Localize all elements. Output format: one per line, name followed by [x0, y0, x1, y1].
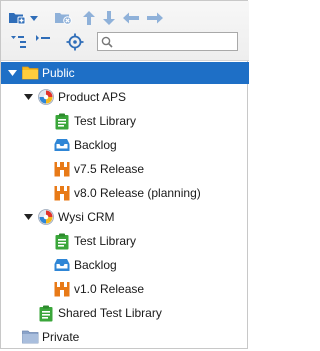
- move-up-icon[interactable]: [79, 8, 99, 28]
- tree-node-label: v1.0 Release: [74, 282, 145, 296]
- release-icon: [53, 160, 71, 178]
- tree-node-label: Public: [42, 66, 75, 80]
- expand-arrow-icon[interactable]: [23, 92, 33, 102]
- folder-icon: [21, 328, 39, 346]
- tree-node-label: Shared Test Library: [58, 306, 162, 320]
- backlog-icon: [53, 136, 71, 154]
- folder-icon: [21, 64, 39, 82]
- expand-all-icon[interactable]: [9, 32, 29, 52]
- tree-node-release[interactable]: v1.0 Release: [1, 278, 249, 300]
- search-field[interactable]: [97, 32, 238, 51]
- expand-arrow-icon[interactable]: [7, 68, 17, 78]
- search-icon: [98, 33, 116, 50]
- move-right-icon[interactable]: [145, 8, 165, 28]
- new-folder-icon[interactable]: [7, 8, 27, 28]
- tree-node-shared-test-library[interactable]: Shared Test Library: [1, 302, 249, 324]
- expand-arrow-icon[interactable]: [23, 212, 33, 222]
- tree-node-label: v8.0 Release (planning): [74, 186, 201, 200]
- search-input[interactable]: [116, 34, 234, 49]
- backlog-icon: [53, 256, 71, 274]
- tree-node-label: Test Library: [74, 114, 137, 128]
- tree-node-release[interactable]: v8.0 Release (planning): [1, 182, 249, 204]
- project-icon: [37, 208, 55, 226]
- tree-node-test-library[interactable]: Test Library: [1, 230, 249, 252]
- tree-node-project[interactable]: Product APS: [1, 86, 249, 108]
- tree-node-label: Backlog: [74, 138, 117, 152]
- tree-node-release[interactable]: v7.5 Release: [1, 158, 249, 180]
- tree-node-public[interactable]: Public: [1, 62, 249, 84]
- tree-node-project[interactable]: Wysi CRM: [1, 206, 249, 228]
- delete-folder-icon[interactable]: [53, 8, 73, 28]
- project-icon: [37, 88, 55, 106]
- tree-node-label: Product APS: [58, 90, 127, 104]
- tree-node-label: Private: [42, 330, 80, 344]
- dropdown-arrow-icon[interactable]: [28, 8, 40, 28]
- tree-node-backlog[interactable]: Backlog: [1, 254, 249, 276]
- tree-node-label: Backlog: [74, 258, 117, 272]
- tree-node-label: v7.5 Release: [74, 162, 145, 176]
- test-library-icon: [37, 304, 55, 322]
- tree-node-backlog[interactable]: Backlog: [1, 134, 249, 156]
- test-library-icon: [53, 232, 71, 250]
- tree-panel: Public Product APS Test Library Backlog …: [0, 0, 249, 349]
- release-icon: [53, 184, 71, 202]
- release-icon: [53, 280, 71, 298]
- collapse-all-icon[interactable]: [33, 32, 53, 52]
- move-left-icon[interactable]: [121, 8, 141, 28]
- tree-node-test-library[interactable]: Test Library: [1, 110, 249, 132]
- toolbar: [1, 1, 249, 61]
- locate-icon[interactable]: [65, 32, 85, 52]
- tree-node-private[interactable]: Private: [1, 326, 249, 348]
- move-down-icon[interactable]: [99, 8, 119, 28]
- tree-node-label: Test Library: [74, 234, 137, 248]
- test-library-icon: [53, 112, 71, 130]
- tree-node-label: Wysi CRM: [58, 210, 115, 224]
